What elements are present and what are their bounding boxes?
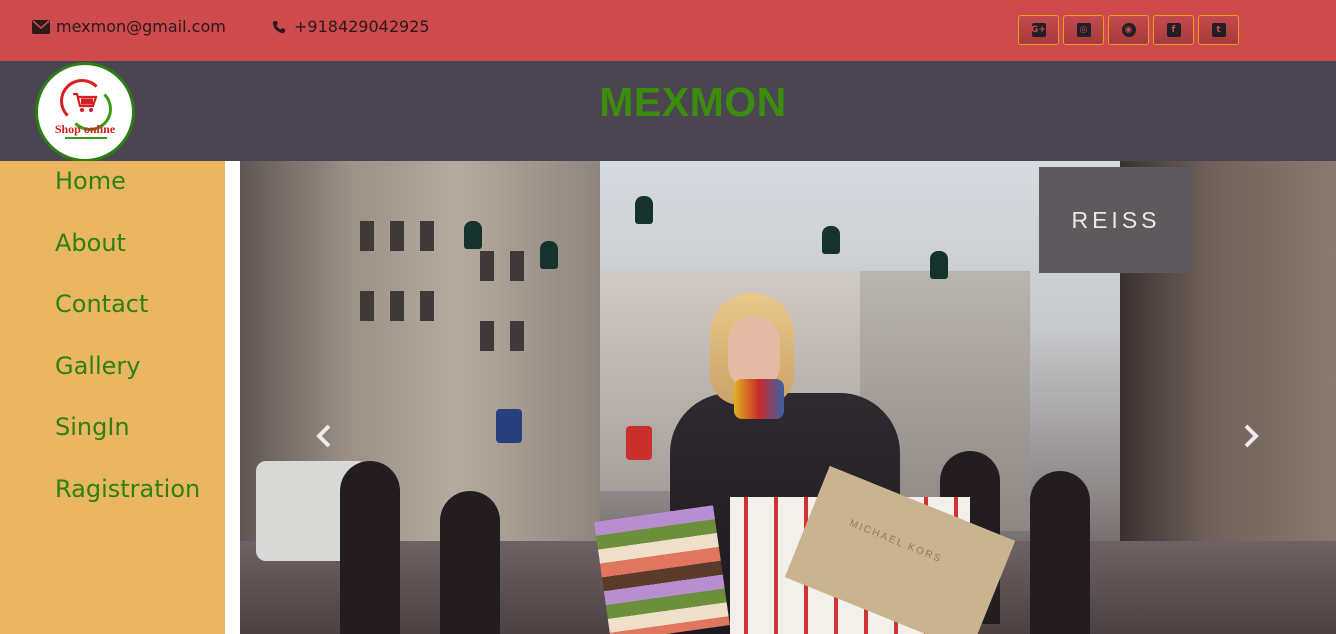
chrome-button[interactable]: ◉ [1108, 15, 1149, 45]
google-plus-button[interactable]: G+ [1018, 15, 1059, 45]
cart-icon [72, 92, 98, 118]
sidebar-item-contact[interactable]: Contact [55, 290, 148, 318]
site-title: MEXMON [599, 79, 787, 125]
chevron-right-icon [1244, 424, 1259, 448]
logo-text: Shop online [54, 122, 116, 136]
sidebar-item-registration[interactable]: Ragistration [55, 475, 200, 503]
instagram-button[interactable]: ◎ [1063, 15, 1104, 45]
street-flag [626, 426, 652, 460]
logo-underline [65, 137, 107, 139]
street-decoration [635, 196, 653, 224]
chrome-icon: ◉ [1121, 23, 1136, 37]
envelope-icon [32, 18, 50, 36]
carousel-next-button[interactable] [1238, 423, 1264, 449]
building-window [390, 221, 404, 251]
phone-icon [270, 18, 288, 36]
photo-pedestrian [340, 461, 400, 634]
instagram-icon: ◎ [1076, 23, 1091, 37]
carousel-prev-button[interactable] [311, 423, 337, 449]
building-window [480, 251, 494, 281]
social-links: G+ ◎ ◉ f t [1018, 15, 1239, 45]
phone-text: +918429042925 [294, 17, 430, 36]
photo-pedestrian [1030, 471, 1090, 634]
building-window [360, 291, 374, 321]
photo-shopper-scarf [734, 379, 784, 419]
street-decoration [930, 251, 948, 279]
hero-carousel: REISS MICHAEL KORS [240, 161, 1336, 634]
site-header: MEXMON [0, 61, 1336, 161]
sidebar-item-home[interactable]: Home [55, 167, 126, 195]
phone-contact[interactable]: +918429042925 [270, 17, 430, 36]
photo-shopper-face [728, 316, 780, 388]
store-sign: REISS [1039, 167, 1193, 273]
site-logo[interactable]: Shop online [35, 62, 135, 162]
building-window [390, 291, 404, 321]
sidebar-item-signin[interactable]: SingIn [55, 413, 130, 441]
building-window [420, 291, 434, 321]
facebook-button[interactable]: f [1153, 15, 1194, 45]
building-window [480, 321, 494, 351]
facebook-icon: f [1166, 23, 1181, 37]
sidebar-item-gallery[interactable]: Gallery [55, 352, 140, 380]
sidebar-item-about[interactable]: About [55, 229, 126, 257]
street-decoration [540, 241, 558, 269]
email-text: mexmon@gmail.com [56, 17, 226, 36]
photo-striped-bag [594, 505, 730, 634]
bag-brand-text: MICHAEL KORS [847, 517, 944, 566]
chevron-left-icon [316, 424, 331, 448]
photo-pedestrian [440, 491, 500, 634]
building-window [510, 251, 524, 281]
building-window [420, 221, 434, 251]
sidebar-nav: Home About Contact Gallery SingIn Ragist… [0, 161, 225, 634]
street-flag [496, 409, 522, 443]
building-window [510, 321, 524, 351]
building-window [360, 221, 374, 251]
street-decoration [464, 221, 482, 249]
google-plus-icon: G+ [1031, 23, 1046, 37]
street-decoration [822, 226, 840, 254]
email-contact[interactable]: mexmon@gmail.com [32, 17, 226, 36]
twitter-icon: t [1211, 23, 1226, 37]
contact-bar: mexmon@gmail.com +918429042925 G+ ◎ ◉ f … [0, 0, 1336, 61]
twitter-button[interactable]: t [1198, 15, 1239, 45]
